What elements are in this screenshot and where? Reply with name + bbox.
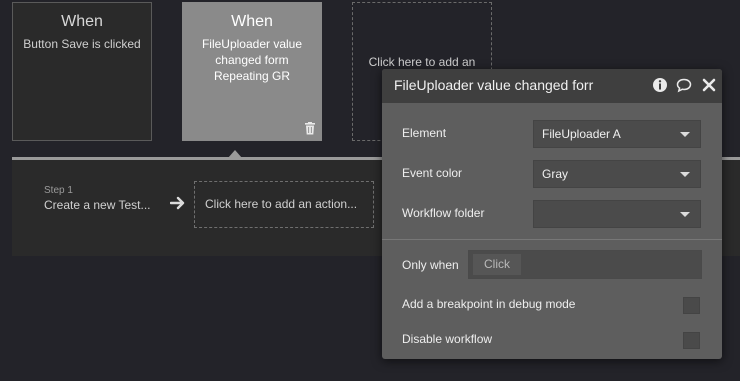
- panel-divider: [382, 239, 722, 240]
- event-card-button-save[interactable]: When Button Save is clicked: [12, 2, 152, 141]
- step-number-label: Step 1: [44, 185, 73, 196]
- breakpoint-label: Add a breakpoint in debug mode: [402, 297, 576, 311]
- event-card-fileuploader[interactable]: When FileUploader value changed form Rep…: [182, 2, 322, 141]
- event-card-description-line: changed form: [215, 53, 289, 67]
- event-properties-panel: FileUploader value changed forr Element …: [382, 69, 722, 359]
- element-select[interactable]: FileUploader A: [533, 120, 701, 148]
- element-select-value: FileUploader A: [542, 127, 621, 141]
- step-1[interactable]: Step 1 Create a new Test...: [44, 185, 151, 212]
- arrow-right-icon: [170, 196, 185, 210]
- event-card-title: When: [231, 13, 273, 30]
- chevron-down-icon: [680, 172, 690, 177]
- event-card-title: When: [61, 13, 103, 30]
- workflow-folder-label: Workflow folder: [402, 206, 485, 220]
- chevron-down-icon: [680, 212, 690, 217]
- add-event-text: Click here to add an: [368, 55, 476, 69]
- workflow-folder-select[interactable]: [533, 200, 701, 228]
- workflow-canvas: When Button Save is clicked When FileUpl…: [0, 0, 740, 381]
- event-color-select-value: Gray: [542, 167, 569, 181]
- panel-title: FileUploader value changed forr: [394, 77, 594, 93]
- event-card-description-line: FileUploader value: [201, 37, 303, 51]
- step-title: Create a new Test...: [44, 198, 151, 212]
- comment-icon[interactable]: [676, 77, 692, 93]
- info-icon[interactable]: [652, 77, 668, 93]
- only-when-label: Only when: [402, 258, 459, 272]
- event-color-label: Event color: [402, 166, 463, 180]
- breakpoint-checkbox[interactable]: [683, 297, 700, 314]
- disable-workflow-label: Disable workflow: [402, 332, 493, 346]
- event-card-description: Button Save is clicked: [23, 37, 141, 51]
- only-when-placeholder[interactable]: Click: [473, 254, 521, 275]
- event-card-description: FileUploader value changed form Repeatin…: [183, 36, 321, 84]
- trash-icon[interactable]: [304, 122, 316, 135]
- add-action-button[interactable]: Click here to add an action...: [194, 181, 374, 228]
- panel-header: FileUploader value changed forr: [382, 69, 722, 103]
- element-label: Element: [402, 126, 447, 140]
- close-icon[interactable]: [701, 77, 717, 93]
- disable-workflow-checkbox[interactable]: [683, 332, 700, 349]
- chevron-down-icon: [680, 132, 690, 137]
- event-color-select[interactable]: Gray: [533, 160, 701, 188]
- event-card-description-line: Repeating GR: [213, 69, 291, 83]
